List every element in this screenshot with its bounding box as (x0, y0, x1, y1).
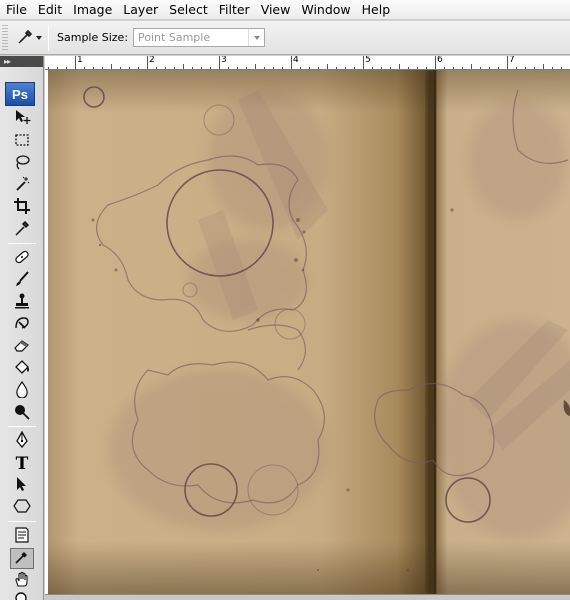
toolbox: ▸▸ Ps T (0, 56, 44, 600)
ruler-label-5: 5 (365, 56, 371, 65)
toolbox-separator (8, 521, 36, 522)
blur-tool[interactable] (10, 380, 34, 401)
paint-bucket-tool[interactable] (10, 358, 34, 379)
sample-size-select[interactable]: Point Sample (133, 28, 266, 47)
dodge-tool-icon (13, 402, 31, 423)
options-separator (48, 24, 49, 51)
stained-paper-image (48, 70, 570, 594)
ruler-ticks (48, 56, 562, 69)
canvas-bottom-edge (45, 594, 570, 600)
type-tool-icon: T (15, 453, 29, 474)
pen-tool[interactable] (10, 430, 34, 452)
zoom-tool[interactable] (10, 590, 34, 600)
crop-tool[interactable] (10, 197, 34, 218)
path-selection-tool-icon (13, 475, 31, 496)
menu-view[interactable]: View (255, 0, 296, 20)
menu-edit[interactable]: Edit (32, 0, 67, 20)
ruler-label-4: 4 (293, 56, 299, 65)
sample-size-value: Point Sample (138, 31, 211, 44)
clone-stamp-tool[interactable] (10, 292, 34, 313)
menu-filter[interactable]: Filter (213, 0, 255, 20)
hand-tool-icon (13, 570, 31, 591)
tool-preset-picker[interactable] (8, 25, 44, 51)
hand-tool[interactable] (10, 570, 34, 591)
toolbox-separator (8, 243, 36, 244)
ruler-label-3: 3 (221, 56, 227, 65)
menu-layer[interactable]: Layer (117, 0, 163, 20)
magic-wand-tool[interactable] (10, 175, 34, 196)
slice-tool-icon (13, 219, 31, 240)
blur-tool-icon (13, 380, 31, 401)
eyedropper-tool[interactable] (10, 548, 34, 569)
eraser-tool[interactable] (10, 336, 34, 357)
marquee-tool-icon (13, 131, 31, 152)
photoshop-logo[interactable]: Ps (5, 82, 35, 106)
healing-brush-tool-icon (13, 248, 31, 269)
options-bar: Sample Size: Point Sample (0, 21, 570, 55)
brush-tool[interactable] (10, 270, 34, 291)
dodge-tool[interactable] (10, 402, 34, 423)
history-brush-tool-icon (13, 314, 31, 335)
healing-brush-tool[interactable] (10, 248, 34, 269)
eyedropper-icon (17, 27, 35, 48)
menu-help[interactable]: Help (356, 0, 396, 20)
ruler-label-2: 2 (149, 56, 155, 65)
eraser-tool-icon (13, 336, 31, 357)
chevron-down-icon (248, 29, 264, 46)
history-brush-tool[interactable] (10, 314, 34, 335)
sample-size-label: Sample Size: (57, 31, 129, 44)
shape-tool[interactable] (10, 497, 34, 518)
paint-bucket-tool-icon (13, 358, 31, 379)
menu-image[interactable]: Image (67, 0, 117, 20)
eyedropper-tool-icon (13, 548, 31, 569)
menu-bar: File Edit Image Layer Select Filter View… (0, 0, 570, 20)
lasso-tool[interactable] (10, 153, 34, 174)
marquee-tool[interactable] (10, 131, 34, 152)
zoom-tool-icon (13, 590, 31, 600)
pen-tool-icon (13, 430, 31, 452)
menu-file[interactable]: File (0, 0, 32, 20)
brush-tool-icon (13, 270, 31, 291)
notes-tool[interactable] (10, 526, 34, 547)
chevron-down-icon (36, 35, 42, 40)
slice-tool[interactable] (10, 219, 34, 240)
toolbox-header[interactable]: ▸▸ (0, 56, 43, 67)
notes-tool-icon (13, 526, 31, 547)
menu-select[interactable]: Select (163, 0, 213, 20)
type-tool[interactable]: T (10, 453, 34, 474)
toolbox-separator (8, 426, 36, 427)
ruler-label-7: 7 (509, 56, 515, 65)
ruler-label-1: 1 (77, 56, 83, 65)
menu-window[interactable]: Window (295, 0, 355, 20)
horizontal-ruler[interactable]: 1 2 3 4 5 6 7 (45, 56, 570, 70)
move-tool-icon (13, 108, 31, 129)
document-canvas[interactable] (48, 70, 570, 594)
shape-tool-icon (13, 497, 31, 518)
move-tool[interactable] (10, 108, 34, 129)
clone-stamp-tool-icon (13, 292, 31, 313)
crop-tool-icon (13, 197, 31, 218)
path-selection-tool[interactable] (10, 475, 34, 496)
magic-wand-tool-icon (13, 175, 31, 196)
ruler-label-6: 6 (437, 56, 443, 65)
lasso-tool-icon (13, 153, 31, 174)
